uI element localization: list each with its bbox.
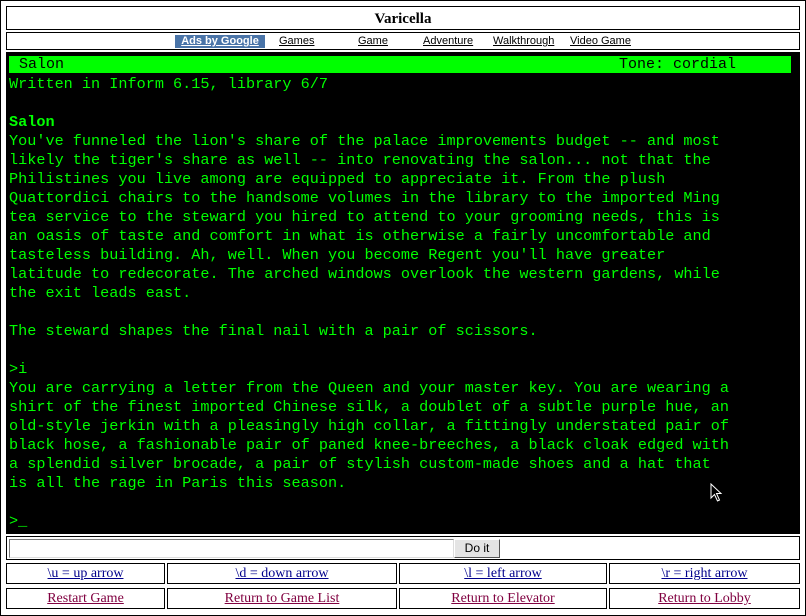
return-to-lobby-link[interactable]: Return to Lobby xyxy=(658,591,751,606)
transcript-line: tea service to the steward you hired to … xyxy=(9,208,720,226)
shortcut-cell-left: \l = left arrow xyxy=(399,563,607,584)
transcript-line: The steward shapes the final nail with a… xyxy=(9,322,538,340)
transcript-line: is all the rage in Paris this season. xyxy=(9,474,347,492)
transcript-line: an oasis of taste and comfort in what is… xyxy=(9,227,711,245)
shortcut-cell-down: \d = down arrow xyxy=(167,563,397,584)
transcript-line: the exit leads east. xyxy=(9,284,192,302)
status-room-name: Salon xyxy=(19,56,65,73)
footer-cell-game-list: Return to Game List xyxy=(167,588,397,609)
shortcut-down-arrow-link[interactable]: \d = down arrow xyxy=(235,566,328,581)
nav-link-walkthrough[interactable]: Walkthrough xyxy=(493,35,554,48)
ads-by-google-link[interactable]: Ads by Google xyxy=(175,35,265,48)
command-input[interactable] xyxy=(9,539,454,558)
do-it-button[interactable]: Do it xyxy=(454,539,500,558)
transcript-line: Philistines you live among are equipped … xyxy=(9,170,666,188)
shortcut-left-arrow-link[interactable]: \l = left arrow xyxy=(464,566,541,581)
transcript-line xyxy=(9,493,799,512)
status-tone: Tone: cordial xyxy=(619,56,737,73)
shortcut-cell-up: \u = up arrow xyxy=(6,563,165,584)
footer-cell-restart: Restart Game xyxy=(6,588,165,609)
transcript-line: black hose, a fashionable pair of paned … xyxy=(9,436,730,454)
transcript-line: >_ xyxy=(9,512,28,530)
transcript-line: old-style jerkin with a pleasingly high … xyxy=(9,417,730,435)
room-heading: Salon xyxy=(9,113,55,131)
transcript-line xyxy=(9,94,799,113)
transcript-line: You've funneled the lion's share of the … xyxy=(9,132,720,150)
return-to-game-list-link[interactable]: Return to Game List xyxy=(225,591,340,606)
nav-link-games[interactable]: Games xyxy=(279,35,314,48)
nav-link-video-game[interactable]: Video Game xyxy=(570,35,631,48)
footer-cell-elevator: Return to Elevator xyxy=(399,588,607,609)
transcript-line: a splendid silver brocade, a pair of sty… xyxy=(9,455,711,473)
transcript: Written in Inform 6.15, library 6/7 Salon… xyxy=(9,75,799,531)
nav-bar: Ads by Google Games Game Adventure Walkt… xyxy=(6,32,800,50)
transcript-line: Written in Inform 6.15, library 6/7 xyxy=(9,75,328,93)
transcript-line: You are carrying a letter from the Queen… xyxy=(9,379,730,397)
game-title: Varicella xyxy=(6,6,800,30)
nav-link-adventure[interactable]: Adventure xyxy=(423,35,473,48)
footer-cell-lobby: Return to Lobby xyxy=(609,588,800,609)
mouse-pointer-icon xyxy=(710,483,723,502)
transcript-line: likely the tiger's share as well -- into… xyxy=(9,151,711,169)
transcript-line xyxy=(9,303,799,322)
status-bar: Salon Tone: cordial xyxy=(9,56,791,73)
nav-link-game[interactable]: Game xyxy=(358,35,388,48)
command-row: Do it xyxy=(6,536,800,560)
page-frame: Varicella Ads by Google Games Game Adven… xyxy=(0,0,806,616)
transcript-line: tasteless building. Ah, well. When you b… xyxy=(9,246,666,264)
transcript-line: shirt of the finest imported Chinese sil… xyxy=(9,398,730,416)
restart-game-link[interactable]: Restart Game xyxy=(47,591,124,606)
return-to-elevator-link[interactable]: Return to Elevator xyxy=(451,591,554,606)
shortcut-right-arrow-link[interactable]: \r = right arrow xyxy=(661,566,747,581)
transcript-line: Quattordici chairs to the handsome volum… xyxy=(9,189,720,207)
transcript-line xyxy=(9,341,799,360)
transcript-line: latitude to redecorate. The arched windo… xyxy=(9,265,720,283)
shortcut-up-arrow-link[interactable]: \u = up arrow xyxy=(48,566,124,581)
game-screen: Salon Tone: cordial Written in Inform 6.… xyxy=(6,52,800,534)
shortcut-cell-right: \r = right arrow xyxy=(609,563,800,584)
transcript-line: >i xyxy=(9,360,28,378)
